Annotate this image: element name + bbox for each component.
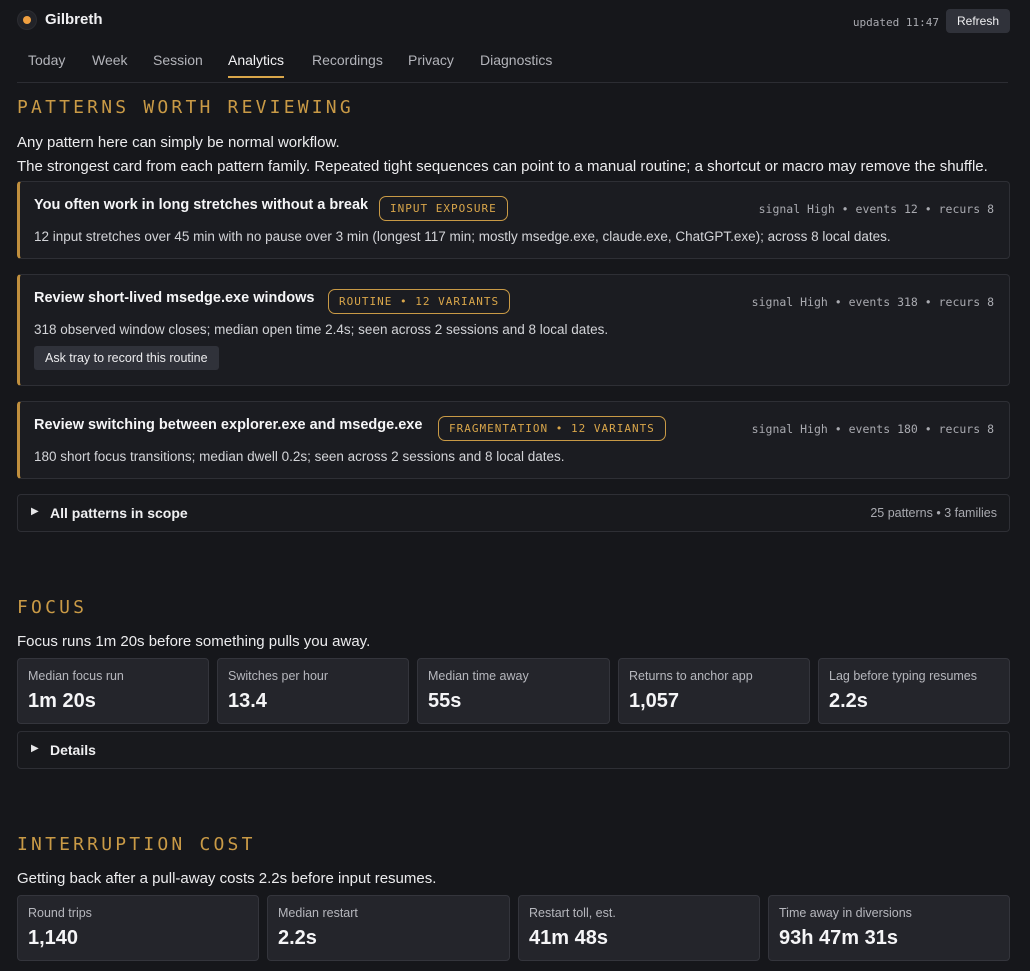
focus-section-title: FOCUS bbox=[17, 597, 88, 618]
interruption-section-title: INTERRUPTION COST bbox=[17, 834, 256, 855]
metric-value: 1,057 bbox=[629, 690, 680, 712]
metric-value: 2.2s bbox=[829, 690, 868, 712]
metric-value: 1,140 bbox=[28, 927, 79, 949]
pattern-family-badge: INPUT EXPOSURE bbox=[379, 196, 508, 221]
metric-tile: Restart toll, est. 41m 48s bbox=[518, 895, 760, 961]
pattern-card-description: 180 short focus transitions; median dwel… bbox=[34, 449, 565, 464]
pattern-card: You often work in long stretches without… bbox=[17, 181, 1010, 259]
pattern-card-meta: signal High • events 12 • recurs 8 bbox=[758, 202, 994, 216]
pattern-card-title: Review short-lived msedge.exe windows bbox=[34, 290, 315, 306]
tab-bar: Today Week Session Analytics Recordings … bbox=[17, 48, 1008, 83]
details-label: Details bbox=[50, 742, 96, 758]
app-name: Gilbreth bbox=[45, 11, 103, 28]
all-patterns-toggle[interactable]: ▶ All patterns in scope 25 patterns • 3 … bbox=[17, 494, 1010, 532]
app-header: Gilbreth updated 11:47 Refresh bbox=[17, 8, 1010, 36]
updated-timestamp: updated 11:47 bbox=[852, 16, 939, 29]
patterns-section-title: PATTERNS WORTH REVIEWING bbox=[17, 97, 354, 118]
pattern-card-description: 318 observed window closes; median open … bbox=[34, 322, 609, 337]
metric-label: Time away in diversions bbox=[779, 906, 912, 920]
metric-tile: Lag before typing resumes 2.2s bbox=[818, 658, 1010, 724]
tab-session[interactable]: Session bbox=[153, 52, 203, 74]
metric-tile: Switches per hour 13.4 bbox=[217, 658, 409, 724]
metric-tile: Time away in diversions 93h 47m 31s bbox=[768, 895, 1010, 961]
metric-label: Median focus run bbox=[28, 669, 124, 683]
patterns-lead-description: The strongest card from each pattern fam… bbox=[17, 158, 988, 175]
pattern-card-description: 12 input stretches over 45 min with no p… bbox=[34, 229, 891, 244]
metric-value: 2.2s bbox=[278, 927, 317, 949]
disclosure-triangle-icon: ▶ bbox=[31, 506, 39, 517]
pattern-card-meta: signal High • events 180 • recurs 8 bbox=[751, 422, 994, 436]
pattern-card: Review switching between explorer.exe an… bbox=[17, 401, 1010, 479]
metric-label: Round trips bbox=[28, 906, 92, 920]
pattern-card-title: Review switching between explorer.exe an… bbox=[34, 417, 423, 433]
metric-value: 1m 20s bbox=[28, 690, 96, 712]
metric-label: Lag before typing resumes bbox=[829, 669, 978, 683]
focus-details-toggle[interactable]: ▶ Details bbox=[17, 731, 1010, 769]
interruption-lead: Getting back after a pull-away costs 2.2… bbox=[17, 870, 437, 887]
metric-value: 13.4 bbox=[228, 690, 267, 712]
metric-label: Median restart bbox=[278, 906, 358, 920]
tab-recordings[interactable]: Recordings bbox=[312, 52, 383, 74]
tab-week[interactable]: Week bbox=[92, 52, 128, 74]
disclosure-triangle-icon: ▶ bbox=[31, 743, 39, 754]
pattern-card-title: You often work in long stretches without… bbox=[34, 197, 369, 213]
metric-label: Median time away bbox=[428, 669, 529, 683]
pattern-card: Review short-lived msedge.exe windows RO… bbox=[17, 274, 1010, 386]
status-dot-icon bbox=[17, 10, 37, 30]
metric-value: 55s bbox=[428, 690, 462, 712]
patterns-lead-note: Any pattern here can simply be normal wo… bbox=[17, 134, 340, 151]
focus-lead: Focus runs 1m 20s before something pulls… bbox=[17, 633, 371, 650]
metric-label: Returns to anchor app bbox=[629, 669, 753, 683]
pattern-family-badge: FRAGMENTATION • 12 VARIANTS bbox=[438, 416, 666, 441]
tab-diagnostics[interactable]: Diagnostics bbox=[480, 52, 552, 74]
metric-label: Restart toll, est. bbox=[529, 906, 616, 920]
metric-tile: Returns to anchor app 1,057 bbox=[618, 658, 810, 724]
tab-analytics[interactable]: Analytics bbox=[228, 52, 285, 78]
tab-privacy[interactable]: Privacy bbox=[408, 52, 454, 74]
refresh-button[interactable]: Refresh bbox=[946, 9, 1010, 33]
tab-today[interactable]: Today bbox=[28, 52, 65, 74]
all-patterns-label: All patterns in scope bbox=[50, 505, 188, 521]
metric-tile: Round trips 1,140 bbox=[17, 895, 259, 961]
metric-value: 93h 47m 31s bbox=[779, 927, 898, 949]
all-patterns-summary: 25 patterns • 3 families bbox=[870, 506, 997, 520]
metric-label: Switches per hour bbox=[228, 669, 329, 683]
pattern-family-badge: ROUTINE • 12 VARIANTS bbox=[328, 289, 511, 314]
record-routine-button[interactable]: Ask tray to record this routine bbox=[34, 346, 219, 370]
metric-value: 41m 48s bbox=[529, 927, 608, 949]
metric-tile: Median restart 2.2s bbox=[267, 895, 510, 961]
metric-tile: Median time away 55s bbox=[417, 658, 610, 724]
pattern-card-meta: signal High • events 318 • recurs 8 bbox=[751, 295, 994, 309]
metric-tile: Median focus run 1m 20s bbox=[17, 658, 209, 724]
